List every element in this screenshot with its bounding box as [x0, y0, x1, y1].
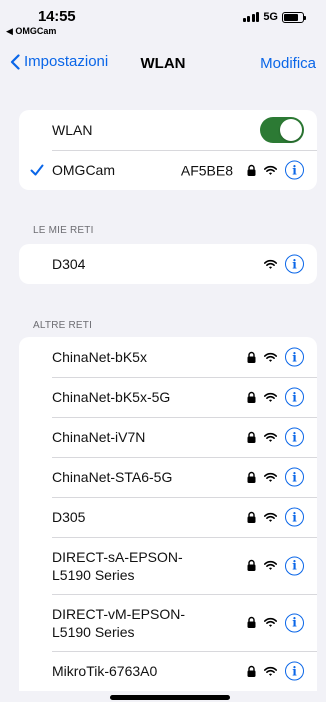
- network-row[interactable]: DIRECT-sA-EPSON- L5190 Series i: [19, 537, 317, 594]
- signal-icon: [242, 12, 260, 22]
- network-row[interactable]: DIRECT-vM-EPSON- L5190 Series i: [19, 594, 317, 651]
- lock-icon: [247, 559, 256, 572]
- navigation-bar: Impostazioni WLAN Modifica: [0, 50, 326, 78]
- status-bar: 14:55 ◀ OMGCam 5G: [0, 0, 326, 44]
- checkmark-icon: [30, 164, 44, 176]
- wifi-icon: [264, 165, 277, 175]
- wifi-icon: [264, 392, 277, 402]
- network-name: ChinaNet-bK5x-5G: [52, 389, 171, 405]
- info-icon[interactable]: i: [285, 160, 304, 180]
- network-name: DIRECT-sA-EPSON- L5190 Series: [52, 548, 183, 583]
- edit-button[interactable]: Modifica: [260, 55, 316, 72]
- info-icon[interactable]: i: [285, 556, 304, 575]
- connected-network-bssid: AF5BE8: [180, 162, 233, 178]
- lock-icon: [247, 616, 256, 629]
- wlan-toggle-row: WLAN: [19, 110, 317, 150]
- network-row[interactable]: ChinaNet-bK5x i: [19, 337, 317, 377]
- back-to-app-link[interactable]: ◀ OMGCam: [6, 26, 56, 37]
- network-row[interactable]: MikroTik-6763A0 i: [19, 651, 317, 691]
- network-name: D304: [52, 256, 86, 272]
- lock-icon: [247, 351, 256, 363]
- wifi-icon: [264, 432, 277, 442]
- chevron-left-icon: [10, 53, 20, 70]
- network-row[interactable]: D305 i: [19, 497, 317, 537]
- network-name: D305: [52, 509, 86, 525]
- wifi-icon: [264, 259, 277, 269]
- battery-icon: [282, 11, 306, 23]
- info-icon[interactable]: i: [285, 507, 304, 527]
- home-indicator[interactable]: [110, 695, 230, 700]
- wlan-settings-screen: 14:55 ◀ OMGCam 5G Impostazioni WLAN Modi…: [0, 0, 326, 702]
- wifi-icon: [264, 666, 277, 676]
- wifi-icon: [264, 352, 277, 362]
- info-icon[interactable]: i: [285, 387, 304, 407]
- wifi-icon: [264, 512, 277, 522]
- status-time: 14:55: [38, 8, 76, 25]
- wlan-group: WLAN OMGCam AF5BE8 i: [19, 110, 317, 190]
- info-icon[interactable]: i: [285, 467, 304, 487]
- network-name: DIRECT-vM-EPSON- L5190 Series: [52, 605, 185, 640]
- lock-icon: [247, 431, 256, 443]
- wlan-toggle[interactable]: [260, 117, 304, 143]
- wifi-icon: [264, 472, 277, 482]
- wlan-toggle-label: WLAN: [52, 122, 93, 138]
- info-icon[interactable]: i: [285, 613, 304, 632]
- network-row[interactable]: ChinaNet-STA6-5G i: [19, 457, 317, 497]
- lock-icon: [247, 511, 256, 523]
- lock-icon: [247, 471, 256, 483]
- info-icon[interactable]: i: [285, 347, 304, 367]
- network-name: ChinaNet-bK5x: [52, 349, 147, 365]
- info-icon[interactable]: i: [285, 661, 304, 681]
- lock-icon: [247, 164, 256, 176]
- back-button-label: Impostazioni: [24, 53, 109, 70]
- my-networks-header: LE MIE RETI: [33, 225, 94, 236]
- lock-icon: [247, 391, 256, 403]
- connected-network-name: OMGCam: [52, 162, 115, 178]
- status-indicators: 5G: [242, 11, 306, 23]
- wifi-icon: [264, 560, 277, 571]
- network-name: ChinaNet-iV7N: [52, 429, 146, 445]
- info-icon[interactable]: i: [285, 254, 304, 274]
- network-name: MikroTik-6763A0: [52, 663, 158, 679]
- network-type-label: 5G: [263, 11, 278, 23]
- info-icon[interactable]: i: [285, 427, 304, 447]
- network-row[interactable]: ChinaNet-iV7N i: [19, 417, 317, 457]
- network-row-d304[interactable]: D304 i: [19, 244, 317, 284]
- other-networks-group: ChinaNet-bK5x i ChinaNet-bK5x-5G i China…: [19, 337, 317, 691]
- network-row[interactable]: ChinaNet-bK5x-5G i: [19, 377, 317, 417]
- lock-icon: [247, 665, 256, 677]
- back-button[interactable]: Impostazioni: [10, 53, 108, 70]
- network-name: ChinaNet-STA6-5G: [52, 469, 173, 485]
- my-networks-group: D304 i: [19, 244, 317, 284]
- other-networks-header: ALTRE RETI: [33, 320, 93, 331]
- wifi-icon: [264, 617, 277, 628]
- connected-network-row[interactable]: OMGCam AF5BE8 i: [19, 150, 317, 190]
